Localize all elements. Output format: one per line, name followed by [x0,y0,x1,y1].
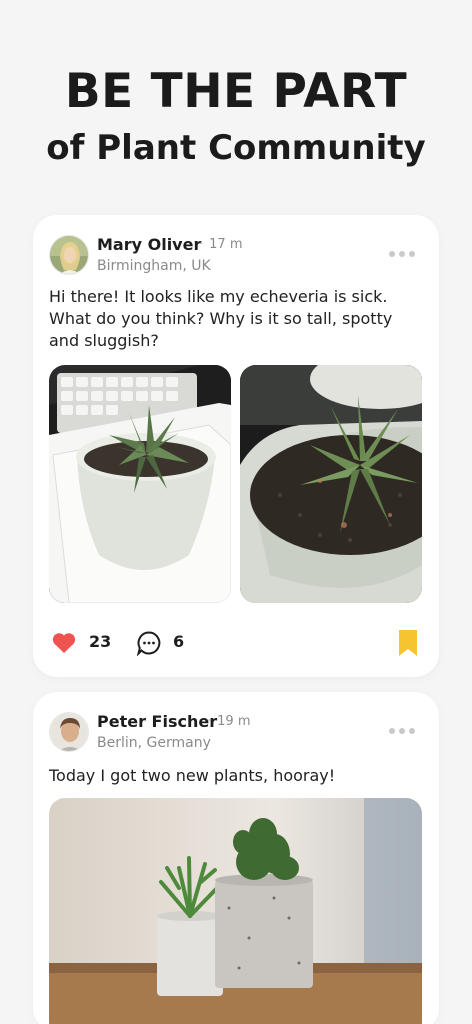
post-header: Mary Oliver 17 m Birmingham, UK [49,235,423,277]
author-location: Birmingham, UK [97,258,211,274]
post-text: Today I got two new plants, hooray! [49,766,336,785]
author-location: Berlin, Germany [97,735,211,751]
like-count: 23 [89,632,112,651]
avatar[interactable] [49,712,89,752]
post-photo[interactable] [240,365,422,603]
post-card: Mary Oliver 17 m Birmingham, UK Hi there… [33,215,439,677]
more-dots-icon[interactable] [389,249,415,259]
comment-count: 6 [173,632,185,651]
post-time: 19 m [207,714,250,729]
post-text: Hi there! It looks like my echeveria is … [49,287,393,350]
post-header: Peter Fischer 19 m Berlin, Germany [49,712,423,754]
author-name[interactable]: Peter Fischer [97,712,217,731]
heart-icon[interactable] [51,631,77,655]
post-photo[interactable] [49,365,231,603]
bookmark-icon[interactable] [397,630,419,656]
post-actions: 23 6 [49,629,423,657]
author-name[interactable]: Mary Oliver [97,235,201,254]
more-dots-icon[interactable] [389,726,415,736]
hero-title: BE THE PART [64,64,408,119]
post-card: Peter Fischer 19 m Berlin, Germany Today… [33,692,439,1024]
post-time: 17 m [199,237,242,252]
avatar[interactable] [49,235,89,275]
post-photo[interactable] [49,798,422,1024]
comment-bubble-icon[interactable] [136,630,162,656]
hero-subtitle: of Plant Community [46,128,426,168]
